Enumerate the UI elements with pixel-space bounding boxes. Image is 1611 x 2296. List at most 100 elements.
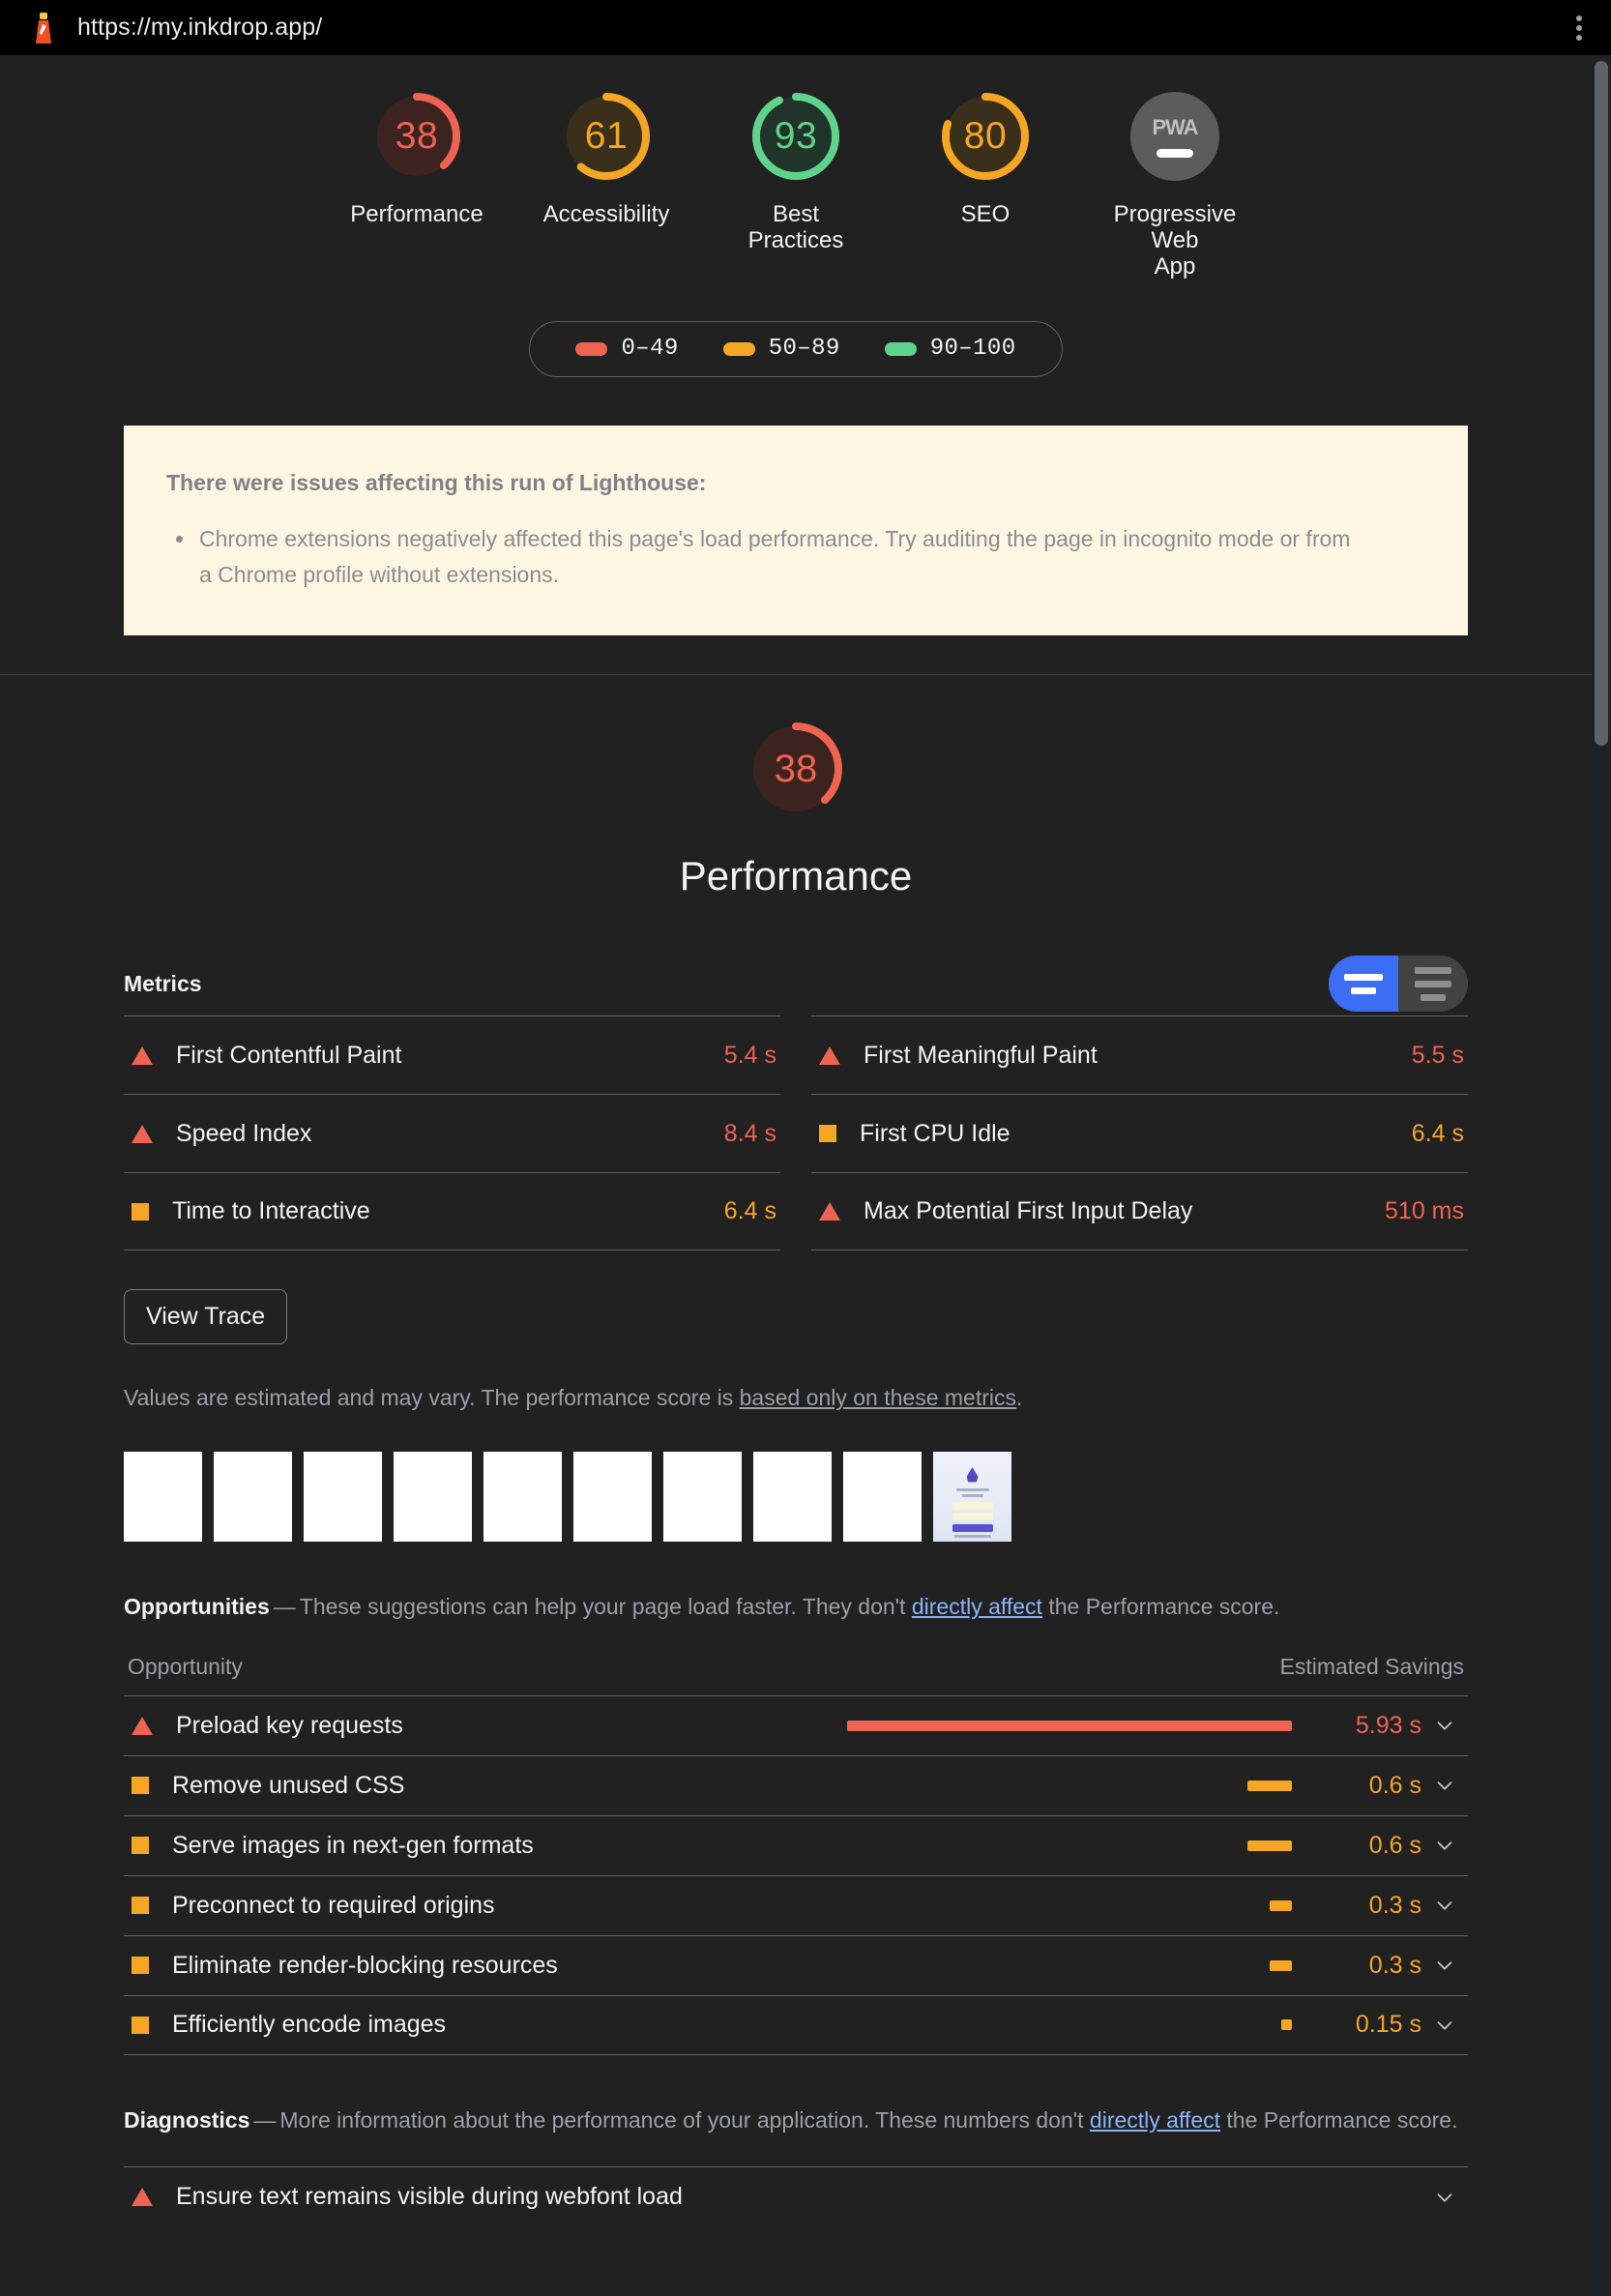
pwa-badge[interactable]: PWA	[1130, 92, 1219, 181]
metrics-grid: First Contentful Paint 5.4 s Speed Index…	[124, 1016, 1468, 1251]
toggle-bar	[1415, 966, 1451, 974]
diagnostics-directly-affect-link[interactable]: directly affect	[1090, 2107, 1220, 2133]
opportunity-savings: 0.3 s	[1368, 1951, 1421, 1979]
legend-swatch	[575, 341, 608, 356]
toggle-bar	[1421, 993, 1446, 1001]
category-gauge-seo[interactable]: 80 SEO	[891, 92, 1080, 280]
browser-url-bar: https://my.inkdrop.app/	[0, 0, 1611, 55]
category-gauge-performance[interactable]: 38 Performance	[322, 92, 512, 280]
kebab-menu-icon[interactable]	[1568, 10, 1590, 46]
metric-name: Time to Interactive	[172, 1197, 370, 1225]
diagnostic-row[interactable]: Ensure text remains visible during webfo…	[124, 2166, 1468, 2226]
legend-item: 50–89	[722, 336, 840, 363]
severity-average-icon	[132, 1957, 149, 1975]
opportunity-row[interactable]: Efficiently encode images 0.15 s	[124, 1994, 1468, 2055]
metrics-disclaimer: Values are estimated and may vary. The p…	[124, 1385, 1468, 1411]
metrics-column-left: First Contentful Paint 5.4 s Speed Index…	[124, 1016, 780, 1251]
toggle-compact-view[interactable]	[1329, 956, 1398, 1013]
chevron-down-icon[interactable]	[1425, 1775, 1464, 1796]
savings-bar-track	[847, 1840, 1292, 1851]
diagnostic-title: Ensure text remains visible during webfo…	[176, 2183, 683, 2211]
metrics-heading: Metrics	[124, 970, 202, 996]
opportunity-row[interactable]: Preload key requests 5.93 s	[124, 1694, 1468, 1755]
legend-range: 90–100	[929, 336, 1016, 363]
opportunity-row[interactable]: Preconnect to required origins 0.3 s	[124, 1874, 1468, 1935]
gauge-label: Progressive Web App	[1113, 201, 1237, 280]
opportunities-dash: —	[273, 1594, 296, 1620]
chevron-down-icon[interactable]	[1425, 1955, 1464, 1976]
opportunity-savings: 0.6 s	[1368, 1771, 1421, 1799]
performance-title: Performance	[679, 853, 913, 899]
opportunity-title: Remove unused CSS	[172, 1771, 405, 1799]
metric-row[interactable]: Max Potential First Input Delay 510 ms	[811, 1172, 1468, 1251]
gauge-score: 38	[395, 115, 439, 157]
pwa-dash-icon	[1157, 149, 1193, 158]
filmstrip-frame	[933, 1452, 1011, 1543]
metric-row[interactable]: Speed Index 8.4 s	[124, 1094, 780, 1172]
metric-row[interactable]: First Meaningful Paint 5.5 s	[811, 1016, 1468, 1094]
performance-gauge: 38	[748, 721, 843, 816]
opportunity-row[interactable]: Remove unused CSS 0.6 s	[124, 1754, 1468, 1815]
metric-row[interactable]: First CPU Idle 6.4 s	[811, 1094, 1468, 1172]
category-gauge-accessibility[interactable]: 61 Accessibility	[512, 92, 701, 280]
frame-line	[953, 1535, 991, 1539]
lighthouse-icon	[36, 12, 51, 44]
toggle-description-view[interactable]	[1398, 956, 1468, 1013]
filmstrip-frame	[214, 1452, 292, 1543]
savings-bar-track	[847, 1959, 1292, 1971]
legend-range: 50–89	[768, 336, 840, 363]
chevron-down-icon[interactable]	[1425, 2015, 1464, 2036]
pwa-label: PWA	[1152, 115, 1198, 139]
metric-name: Max Potential First Input Delay	[864, 1197, 1193, 1225]
gauge-ring: 93	[751, 92, 840, 181]
severity-fail-icon	[819, 1202, 840, 1222]
warning-title: There were issues affecting this run of …	[166, 469, 707, 495]
category-gauge-progressive-web-app[interactable]: PWA Progressive Web App	[1080, 92, 1270, 280]
chevron-down-icon[interactable]	[1425, 2187, 1464, 2208]
gauge-ring: 61	[562, 92, 651, 181]
savings-bar-track	[847, 2019, 1292, 2031]
metric-value: 8.4 s	[723, 1119, 776, 1147]
filmstrip-frame	[124, 1452, 202, 1543]
category-gauge-best-practices[interactable]: 93 Best Practices	[701, 92, 891, 280]
metric-value: 6.4 s	[723, 1197, 776, 1225]
toggle-bar	[1344, 973, 1383, 981]
gauge-label: Accessibility	[542, 201, 670, 227]
severity-fail-icon	[819, 1045, 840, 1065]
performance-gauge-block: 38 Performance	[0, 721, 1592, 899]
opportunities-table: Opportunity Estimated Savings Preload ke…	[124, 1654, 1468, 2055]
metric-row[interactable]: First Contentful Paint 5.4 s	[124, 1016, 780, 1094]
warning-list: Chrome extensions negatively affected th…	[166, 521, 1425, 594]
legend-item: 90–100	[884, 336, 1016, 363]
filmstrip-frame	[573, 1452, 652, 1543]
severity-average-icon	[132, 1897, 149, 1915]
metric-row[interactable]: Time to Interactive 6.4 s	[124, 1172, 780, 1251]
opportunity-row[interactable]: Serve images in next-gen formats 0.6 s	[124, 1814, 1468, 1875]
view-trace-button[interactable]: View Trace	[124, 1289, 288, 1345]
metric-name: First Contentful Paint	[176, 1041, 402, 1069]
severity-fail-icon	[132, 2188, 153, 2207]
chevron-down-icon[interactable]	[1425, 1835, 1464, 1856]
category-gauges: 38 Performance 61 Accessibility 93 Best P…	[0, 92, 1592, 280]
opportunity-row[interactable]: Eliminate render-blocking resources 0.3 …	[124, 1934, 1468, 1995]
chevron-down-icon[interactable]	[1425, 1715, 1464, 1736]
chevron-down-icon[interactable]	[1425, 1895, 1464, 1916]
filmstrip-frame	[483, 1452, 562, 1543]
opportunities-directly-affect-link[interactable]: directly affect	[912, 1594, 1042, 1619]
gauge-score: 61	[584, 115, 629, 157]
lighthouse-report: 38 Performance 61 Accessibility 93 Best P…	[0, 55, 1611, 2296]
disclaimer-prefix: Values are estimated and may vary. The p…	[124, 1385, 740, 1411]
filmstrip-frame	[753, 1452, 832, 1543]
severity-average-icon	[132, 2016, 149, 2034]
page-scrollbar[interactable]	[1592, 55, 1611, 2296]
opportunity-savings: 0.15 s	[1355, 2011, 1421, 2039]
diagnostics-desc-prefix: More information about the performance o…	[279, 2106, 1090, 2133]
scoring-calculator-link[interactable]: based only on these metrics	[740, 1385, 1016, 1410]
screenshot-filmstrip	[124, 1452, 1468, 1543]
legend-swatch	[722, 341, 755, 356]
diagnostics-desc-suffix: the Performance score.	[1220, 2106, 1458, 2133]
opportunity-title: Preload key requests	[176, 1711, 403, 1739]
scrollbar-thumb[interactable]	[1595, 61, 1608, 746]
metrics-view-toggle[interactable]	[1329, 956, 1468, 1013]
severity-average-icon	[132, 1837, 149, 1855]
